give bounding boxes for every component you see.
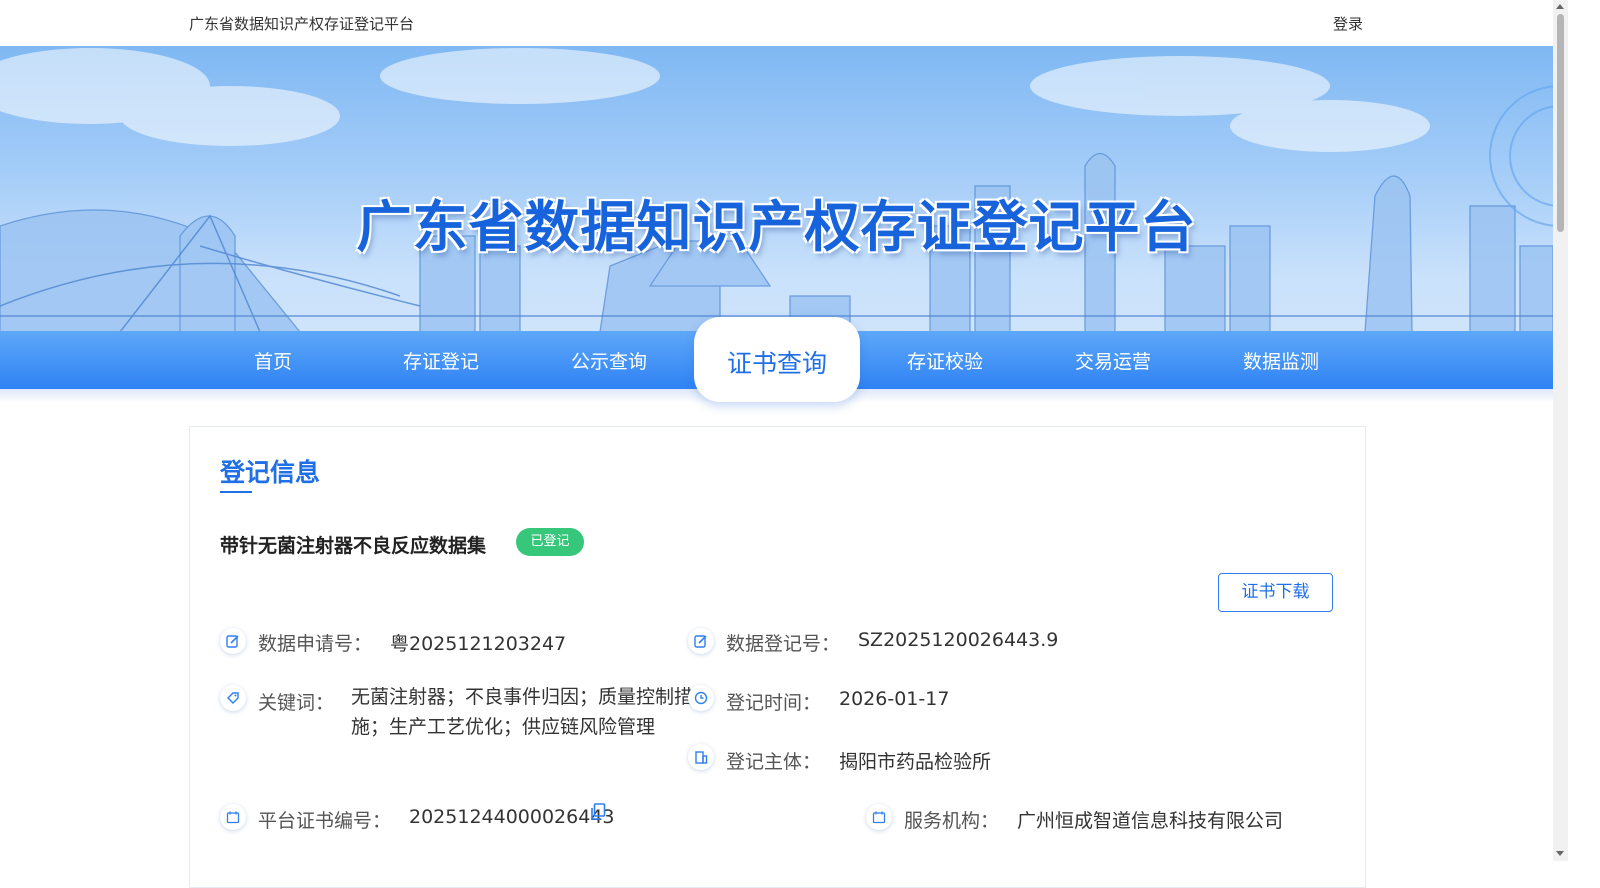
certificate-no-value: 20251244000026443	[409, 806, 615, 828]
registration-no-value: SZ2025120026443.9	[858, 629, 1059, 651]
window-edge	[1568, 0, 1600, 861]
registrant-label: 登记主体：	[726, 751, 822, 773]
scroll-down-arrow-icon[interactable]	[1556, 851, 1564, 856]
top-bar: 广东省数据知识产权存证登记平台 登录	[0, 0, 1553, 46]
calendar-icon	[220, 804, 246, 830]
tag-icon	[220, 685, 246, 711]
calendar-icon	[866, 804, 892, 830]
nav-item-verification[interactable]: 存证校验	[861, 347, 1029, 374]
copy-icon[interactable]	[590, 803, 606, 821]
scroll-up-arrow-icon[interactable]	[1556, 4, 1564, 9]
login-link[interactable]: 登录	[1333, 13, 1363, 34]
service-org-value: 广州恒成智道信息科技有限公司	[1017, 810, 1284, 832]
edit-icon	[220, 628, 246, 654]
certificate-no-label: 平台证书编号：	[258, 810, 392, 832]
certificate-download-button[interactable]: 证书下载	[1218, 573, 1333, 612]
clock-icon	[688, 685, 714, 711]
keywords-value: 无菌注射器；不良事件归因；质量控制措施；生产工艺优化；供应链风险管理	[351, 686, 694, 738]
registration-no-label: 数据登记号：	[726, 633, 841, 655]
keywords-label: 关键词：	[258, 692, 335, 714]
hero-title: 广东省数据知识产权存证登记平台	[356, 195, 1197, 259]
nav-item-monitoring[interactable]: 数据监测	[1197, 347, 1365, 374]
application-no-value: 粤2025121203247	[390, 633, 567, 655]
nav-item-trading[interactable]: 交易运营	[1029, 347, 1197, 374]
section-title-underline	[220, 491, 252, 493]
registration-time-label: 登记时间：	[726, 692, 822, 714]
application-no-label: 数据申请号：	[258, 633, 373, 655]
section-title: 登记信息	[220, 458, 321, 487]
page-scrollbar[interactable]	[1553, 0, 1568, 861]
registration-time-value: 2026-01-17	[839, 688, 950, 710]
building-icon	[688, 744, 714, 770]
nav-item-certificate-query-label: 证书查询	[726, 349, 827, 378]
registrant-value: 揭阳市药品检验所	[839, 751, 992, 773]
nav-item-public-query[interactable]: 公示查询	[525, 347, 693, 374]
dataset-name: 带针无菌注射器不良反应数据集	[220, 535, 487, 557]
nav-item-certificate-query[interactable]: 证书查询	[694, 317, 860, 402]
hero-banner: 广东省数据知识产权存证登记平台	[0, 46, 1553, 332]
edit-icon	[688, 628, 714, 654]
nav-item-registration[interactable]: 存证登记	[357, 347, 525, 374]
site-name: 广东省数据知识产权存证登记平台	[189, 15, 415, 33]
scrollbar-thumb[interactable]	[1557, 14, 1564, 232]
registration-info-card: 登记信息 带针无菌注射器不良反应数据集 已登记 证书下载 数据申请号： 粤202…	[189, 426, 1366, 888]
status-badge: 已登记	[516, 528, 584, 556]
nav-item-home[interactable]: 首页	[189, 347, 357, 374]
service-org-label: 服务机构：	[904, 810, 1000, 832]
